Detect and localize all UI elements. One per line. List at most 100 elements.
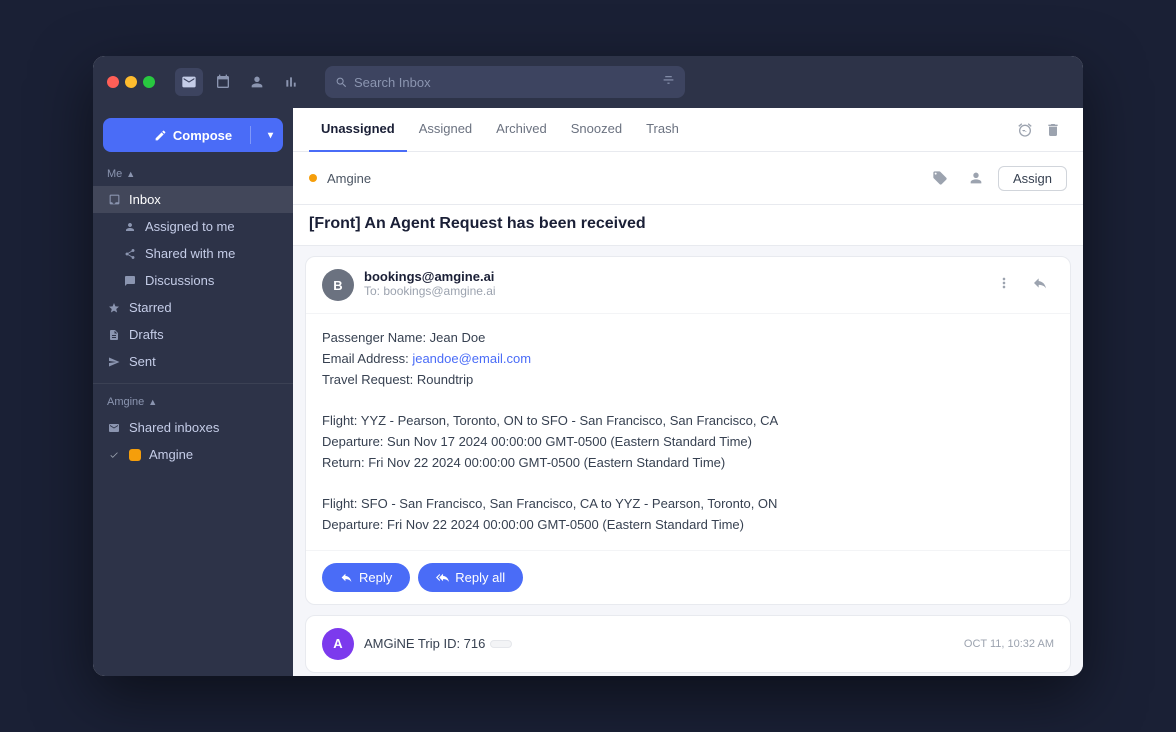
snooze-icon[interactable] <box>1011 116 1039 144</box>
sidebar-item-starred[interactable]: Starred <box>93 294 293 321</box>
amgine-inbox-tag: Amgine <box>327 171 916 186</box>
me-section-header: Me ▲ <box>93 164 293 184</box>
sent-icon <box>107 355 121 369</box>
chevron-down-icon: ▾ <box>268 130 273 141</box>
titlebar: Search Inbox <box>93 56 1083 108</box>
me-label: Me <box>107 168 122 180</box>
tab-assigned[interactable]: Assigned <box>407 108 484 152</box>
inbox-label: Inbox <box>129 192 161 207</box>
search-icon <box>335 76 348 89</box>
reply-label: Reply <box>359 570 392 585</box>
shared-inboxes-label: Shared inboxes <box>129 420 219 435</box>
reply-all-label: Reply all <box>455 570 505 585</box>
chat-icon <box>123 274 137 288</box>
email-message: B bookings@amgine.ai To: bookings@amgine… <box>305 256 1071 605</box>
tabs-row: Unassigned Assigned Archived Snoozed Tra… <box>293 108 1083 152</box>
sidebar-item-amgine[interactable]: Amgine <box>93 441 293 468</box>
message-footer: Reply Reply all <box>306 550 1070 604</box>
header-actions: Assign <box>926 164 1067 192</box>
amgine-trip-text: AMGiNE Trip ID: 716 <box>364 636 485 651</box>
sidebar-divider <box>93 383 293 384</box>
calendar-icon[interactable] <box>209 68 237 96</box>
assign-person-icon[interactable] <box>962 164 990 192</box>
tab-unassigned[interactable]: Unassigned <box>309 108 407 152</box>
email-header: Amgine Assign <box>293 152 1083 205</box>
sidebar-item-sent[interactable]: Sent <box>93 348 293 375</box>
email-subject: [Front] An Agent Request has been receiv… <box>293 205 1083 246</box>
shared-inbox-icon <box>107 421 121 435</box>
amgine-chevron-icon: ▲ <box>148 397 157 407</box>
body-line-3: Travel Request: Roundtrip <box>322 370 1054 391</box>
tab-snoozed-label: Snoozed <box>571 121 622 136</box>
compose-button[interactable]: Compose ▾ <box>103 118 283 152</box>
search-bar[interactable]: Search Inbox <box>325 66 685 98</box>
tab-trash-label: Trash <box>646 121 679 136</box>
sidebar-item-discussions[interactable]: Discussions <box>93 267 293 294</box>
body-line-7: Flight: SFO - San Francisco, San Francis… <box>322 494 1054 515</box>
sent-label: Sent <box>129 354 156 369</box>
email-link[interactable]: jeandoe@email.com <box>412 351 531 366</box>
reply-all-button[interactable]: Reply all <box>418 563 523 592</box>
body-line-2: Email Address: jeandoe@email.com <box>322 349 1054 370</box>
collapsed-avatar-1: A <box>322 628 354 660</box>
maximize-button[interactable] <box>143 76 155 88</box>
contacts-icon[interactable] <box>243 68 271 96</box>
trash-icon[interactable] <box>1039 116 1067 144</box>
check-icon <box>107 450 121 460</box>
inbox-nav-icon <box>107 193 121 207</box>
shared-with-me-label: Shared with me <box>145 246 235 261</box>
email-subject-text: [Front] An Agent Request has been receiv… <box>309 215 1067 233</box>
starred-label: Starred <box>129 300 172 315</box>
drafts-label: Drafts <box>129 327 164 342</box>
inbox-icon[interactable] <box>175 68 203 96</box>
tag-icon[interactable] <box>926 164 954 192</box>
tab-archived[interactable]: Archived <box>484 108 559 152</box>
me-chevron-icon: ▲ <box>126 169 135 179</box>
titlebar-icons <box>175 68 305 96</box>
star-icon <box>107 301 121 315</box>
tab-unassigned-label: Unassigned <box>321 121 395 136</box>
amgine-inbox-badge <box>129 449 141 461</box>
app-window: Search Inbox Compose ▾ Me ▲ <box>93 56 1083 676</box>
body-line-1: Passenger Name: Jean Doe <box>322 328 1054 349</box>
tab-snoozed[interactable]: Snoozed <box>559 108 634 152</box>
traffic-lights <box>107 76 155 88</box>
collapsed-date-1: OCT 11, 10:32 AM <box>964 638 1054 650</box>
assign-button[interactable]: Assign <box>998 166 1067 191</box>
share-icon <box>123 247 137 261</box>
message-body: Passenger Name: Jean Doe Email Address: … <box>306 314 1070 550</box>
discussions-label: Discussions <box>145 273 214 288</box>
sidebar-item-assigned-to-me[interactable]: Assigned to me <box>93 213 293 240</box>
sender-name: bookings@amgine.ai <box>364 269 980 284</box>
close-button[interactable] <box>107 76 119 88</box>
sender-info: bookings@amgine.ai To: bookings@amgine.a… <box>364 269 980 298</box>
tab-trash[interactable]: Trash <box>634 108 691 152</box>
minimize-button[interactable] <box>125 76 137 88</box>
body-line-6: Return: Fri Nov 22 2024 00:00:00 GMT-050… <box>322 453 1054 474</box>
reply-icon[interactable] <box>1026 269 1054 297</box>
amgine-section-header: Amgine ▲ <box>93 392 293 412</box>
sidebar-item-shared-with-me[interactable]: Shared with me <box>93 240 293 267</box>
trip-badge <box>490 640 512 648</box>
collapsed-message-1: A AMGiNE Trip ID: 716 OCT 11, 10:32 AM <box>305 615 1071 673</box>
assigned-to-me-label: Assigned to me <box>145 219 235 234</box>
filter-icon[interactable] <box>662 74 675 90</box>
amgine-label: Amgine <box>107 396 144 408</box>
analytics-icon[interactable] <box>277 68 305 96</box>
person-icon <box>123 220 137 234</box>
tab-assigned-label: Assigned <box>419 121 472 136</box>
sidebar-item-shared-inboxes[interactable]: Shared inboxes <box>93 414 293 441</box>
thread-area: Amgine Assign [Front] An Agent Request h… <box>293 152 1083 676</box>
main-layout: Compose ▾ Me ▲ Inbox Assigned to me <box>93 108 1083 676</box>
amgine-status-dot <box>309 174 317 182</box>
amgine-inbox-label: Amgine <box>149 447 193 462</box>
sidebar-item-drafts[interactable]: Drafts <box>93 321 293 348</box>
sidebar-item-inbox[interactable]: Inbox <box>93 186 293 213</box>
compose-divider <box>250 126 251 144</box>
compose-label: Compose <box>173 128 232 143</box>
body-line-5: Departure: Sun Nov 17 2024 00:00:00 GMT-… <box>322 432 1054 453</box>
message-header: B bookings@amgine.ai To: bookings@amgine… <box>306 257 1070 314</box>
search-placeholder: Search Inbox <box>354 75 431 90</box>
reply-button[interactable]: Reply <box>322 563 410 592</box>
more-icon[interactable] <box>990 269 1018 297</box>
